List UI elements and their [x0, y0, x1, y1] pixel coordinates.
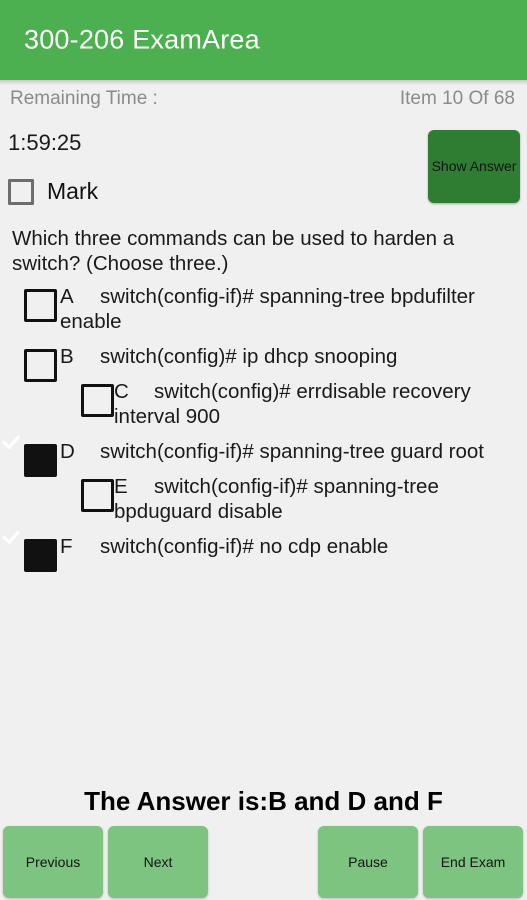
- pause-button[interactable]: Pause: [318, 826, 418, 898]
- end-exam-button[interactable]: End Exam: [423, 826, 523, 898]
- option-text-d: switch(config-if)# spanning-tree guard r…: [100, 440, 484, 463]
- option-letter-d: D: [60, 440, 75, 463]
- app-title: 300-206 ExamArea: [24, 24, 260, 55]
- option-checkbox-f[interactable]: [24, 539, 57, 572]
- bottom-nav: Previous Next Pause End Exam: [0, 826, 527, 900]
- option-row-f[interactable]: Fswitch(config-if)# no cdp enable: [0, 526, 527, 572]
- option-letter-f: F: [60, 535, 73, 558]
- show-answer-button[interactable]: Show Answer: [428, 130, 520, 203]
- mark-checkbox[interactable]: [8, 178, 34, 205]
- option-text-f: switch(config-if)# no cdp enable: [100, 535, 389, 558]
- option-checkbox-c[interactable]: [81, 384, 114, 417]
- options-list: Aswitch(config-if)# spanning-tree bpdufi…: [0, 276, 527, 572]
- option-letter-a: A: [60, 285, 74, 308]
- option-checkbox-e[interactable]: [81, 479, 114, 512]
- app-bar-shadow: [0, 80, 527, 85]
- option-row-e[interactable]: Eswitch(config-if)# spanning-tree bpdugu…: [0, 466, 527, 526]
- app-bar: 300-206 ExamArea: [0, 0, 527, 80]
- option-body-e: Eswitch(config-if)# spanning-tree bpdugu…: [60, 468, 515, 524]
- answer-reveal-text: The Answer is:B and D and F: [84, 786, 443, 816]
- option-text-e: switch(config-if)# spanning-tree bpdugua…: [114, 475, 439, 523]
- option-body-b: Bswitch(config)# ip dhcp snooping: [60, 338, 515, 369]
- option-checkbox-a[interactable]: [24, 289, 57, 322]
- mark-row[interactable]: Mark: [8, 178, 98, 205]
- option-letter-e: E: [114, 475, 128, 498]
- status-row: Remaining Time : Item 10 Of 68: [0, 86, 527, 120]
- previous-button[interactable]: Previous: [3, 826, 103, 898]
- option-row-b[interactable]: Bswitch(config)# ip dhcp snooping: [0, 336, 527, 382]
- option-body-a: Aswitch(config-if)# spanning-tree bpdufi…: [60, 278, 515, 334]
- option-text-a: switch(config-if)# spanning-tree bpdufil…: [60, 285, 475, 333]
- option-text-b: switch(config)# ip dhcp snooping: [100, 345, 398, 368]
- mark-label: Mark: [47, 178, 99, 204]
- option-body-f: Fswitch(config-if)# no cdp enable: [60, 528, 515, 559]
- next-button[interactable]: Next: [108, 826, 208, 898]
- option-body-d: Dswitch(config-if)# spanning-tree guard …: [60, 433, 515, 464]
- remaining-time-label: Remaining Time :: [10, 88, 158, 109]
- option-row-a[interactable]: Aswitch(config-if)# spanning-tree bpdufi…: [0, 276, 527, 336]
- option-row-c[interactable]: Cswitch(config)# errdisable recovery int…: [0, 371, 527, 431]
- option-letter-b: B: [60, 345, 74, 368]
- timer-value: 1:59:25: [8, 130, 82, 155]
- option-row-d[interactable]: Dswitch(config-if)# spanning-tree guard …: [0, 431, 527, 477]
- item-counter: Item 10 Of 68: [399, 88, 515, 109]
- option-letter-c: C: [114, 380, 129, 403]
- option-text-c: switch(config)# errdisable recovery inte…: [114, 380, 471, 428]
- option-body-c: Cswitch(config)# errdisable recovery int…: [60, 373, 515, 429]
- question-text: Which three commands can be used to hard…: [12, 227, 455, 275]
